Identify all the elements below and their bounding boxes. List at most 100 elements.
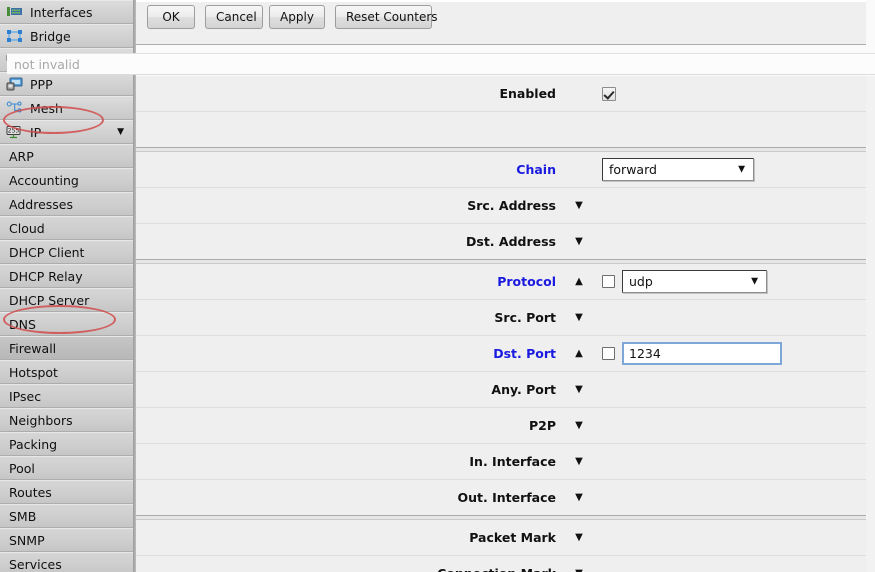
sidebar-item-ipsec[interactable]: IPsec [0,384,133,408]
expand-arrow-any-port[interactable]: ▼ [556,384,602,395]
sidebar-item-label: DHCP Server [9,292,90,308]
sidebar-item-interfaces[interactable]: Interfaces [0,0,133,24]
sidebar-item-label: Hotspot [9,364,58,380]
sidebar-item-mesh[interactable]: Mesh [0,96,133,120]
protocol-select[interactable]: udp ▼ [622,270,767,293]
row-spacer [136,112,866,147]
sidebar-item-hotspot[interactable]: Hotspot [0,360,133,384]
sidebar-item-pool[interactable]: Pool [0,456,133,480]
sidebar-item-label: Cloud [9,220,45,236]
cancel-button[interactable]: Cancel [205,5,263,29]
sidebar-item-packing[interactable]: Packing [0,432,133,456]
sidebar-item-label: Packing [9,436,58,452]
sidebar-navigation: InterfacesBridgeSwitchPPPMesh255IP▼ARPAc… [0,0,133,572]
row-out-interface: Out. Interface ▼ [136,480,866,515]
validation-status-text: not invalid [14,56,80,72]
expand-arrow-in-interface[interactable]: ▼ [556,456,602,467]
sidebar-item-services[interactable]: Services [0,552,133,572]
row-packet-mark: Packet Mark ▼ [136,520,866,555]
sidebar-item-accounting[interactable]: Accounting [0,168,133,192]
expand-arrow-connection-mark[interactable]: ▼ [556,568,602,572]
label-enabled: Enabled [499,86,556,101]
sidebar-item-dhcp-relay[interactable]: DHCP Relay [0,264,133,288]
sidebar-item-label: IP [30,124,42,140]
apply-button[interactable]: Apply [269,5,325,29]
row-chain: Chain forward ▼ [136,152,866,187]
expand-arrow-p2p[interactable]: ▼ [556,420,602,431]
sidebar-item-bridge[interactable]: Bridge [0,24,133,48]
sidebar-item-cloud[interactable]: Cloud [0,216,133,240]
enabled-checkbox[interactable] [602,86,616,101]
sidebar-item-neighbors[interactable]: Neighbors [0,408,133,432]
sidebar-item-label: PPP [30,76,53,92]
dst-port-negate-checkbox[interactable] [602,347,615,360]
row-connection-mark: Connection Mark ▼ [136,556,866,572]
sidebar-item-label: Accounting [9,172,79,188]
sidebar-item-label: DHCP Client [9,244,85,260]
row-any-port: Any. Port ▼ [136,372,866,407]
ok-button[interactable]: OK [147,5,195,29]
mesh-icon [6,101,23,115]
label-chain[interactable]: Chain [136,162,556,177]
sidebar-item-label: Addresses [9,196,73,212]
label-src-port: Src. Port [494,310,556,325]
collapse-arrow-protocol[interactable]: ▲ [556,276,602,287]
label-dst-port[interactable]: Dst. Port [136,346,556,361]
row-enabled: Enabled [136,76,866,111]
row-protocol: Protocol ▲ udp ▼ [136,264,866,299]
label-out-interface: Out. Interface [457,490,556,505]
label-dst-address: Dst. Address [466,234,556,249]
sidebar-item-smb[interactable]: SMB [0,504,133,528]
expand-arrow-dst-address[interactable]: ▼ [556,236,602,247]
dst-port-input[interactable]: 1234 [622,342,782,365]
label-p2p: P2P [528,418,556,433]
label-protocol[interactable]: Protocol [136,274,556,289]
sidebar-item-dhcp-client[interactable]: DHCP Client [0,240,133,264]
protocol-negate-checkbox[interactable] [602,275,615,288]
sidebar-item-label: Neighbors [9,412,73,428]
row-dst-port: Dst. Port ▲ 1234 [136,336,866,371]
chain-select[interactable]: forward ▼ [602,158,754,181]
expand-arrow-src-port[interactable]: ▼ [556,312,602,323]
chevron-down-icon: ▼ [738,164,745,174]
collapse-arrow-dst-port[interactable]: ▲ [556,348,602,359]
chevron-down-icon[interactable]: ▼ [117,127,124,137]
sidebar-item-label: ARP [9,148,34,164]
row-dst-address: Dst. Address ▼ [136,224,866,259]
sidebar-item-dhcp-server[interactable]: DHCP Server [0,288,133,312]
chain-selected-value: forward [609,162,657,177]
row-src-address: Src. Address ▼ [136,188,866,223]
expand-arrow-out-interface[interactable]: ▼ [556,492,602,503]
label-connection-mark: Connection Mark [136,566,556,572]
svg-text:255: 255 [8,128,20,135]
validation-status-bar: not invalid [7,53,875,75]
dst-port-value: 1234 [629,346,661,361]
ip-icon: 255 [6,125,23,139]
sidebar-item-addresses[interactable]: Addresses [0,192,133,216]
firewall-rule-window: InterfacesBridgeSwitchPPPMesh255IP▼ARPAc… [0,0,875,572]
reset-counters-button[interactable]: Reset Counters [335,5,438,29]
sidebar-item-firewall[interactable]: Firewall [0,336,133,360]
label-in-interface: In. Interface [469,454,556,469]
sidebar-item-snmp[interactable]: SNMP [0,528,133,552]
sidebar-item-ppp[interactable]: PPP [0,72,133,96]
firewall-rule-form: Enabled Chain forward ▼ Src. Address ▼ D… [136,76,866,572]
label-any-port: Any. Port [491,382,556,397]
ppp-icon [6,77,23,91]
sidebar-item-dns[interactable]: DNS [0,312,133,336]
expand-arrow-src-address[interactable]: ▼ [556,200,602,211]
sidebar-item-routes[interactable]: Routes [0,480,133,504]
interfaces-icon [6,5,23,19]
protocol-selected-value: udp [629,274,653,289]
bridge-icon [6,29,23,43]
expand-arrow-packet-mark[interactable]: ▼ [556,532,602,543]
form-right-gutter [866,76,875,572]
sidebar-item-ip[interactable]: 255 IP ▼ [0,120,133,144]
label-src-address: Src. Address [467,198,556,213]
sidebar-item-label: Services [9,556,62,572]
sidebar-item-label: Pool [9,460,35,476]
label-packet-mark: Packet Mark [469,530,556,545]
sidebar-item-arp[interactable]: ARP [0,144,133,168]
sidebar-item-label: DNS [9,316,36,332]
sidebar-item-label: IPsec [9,388,42,404]
